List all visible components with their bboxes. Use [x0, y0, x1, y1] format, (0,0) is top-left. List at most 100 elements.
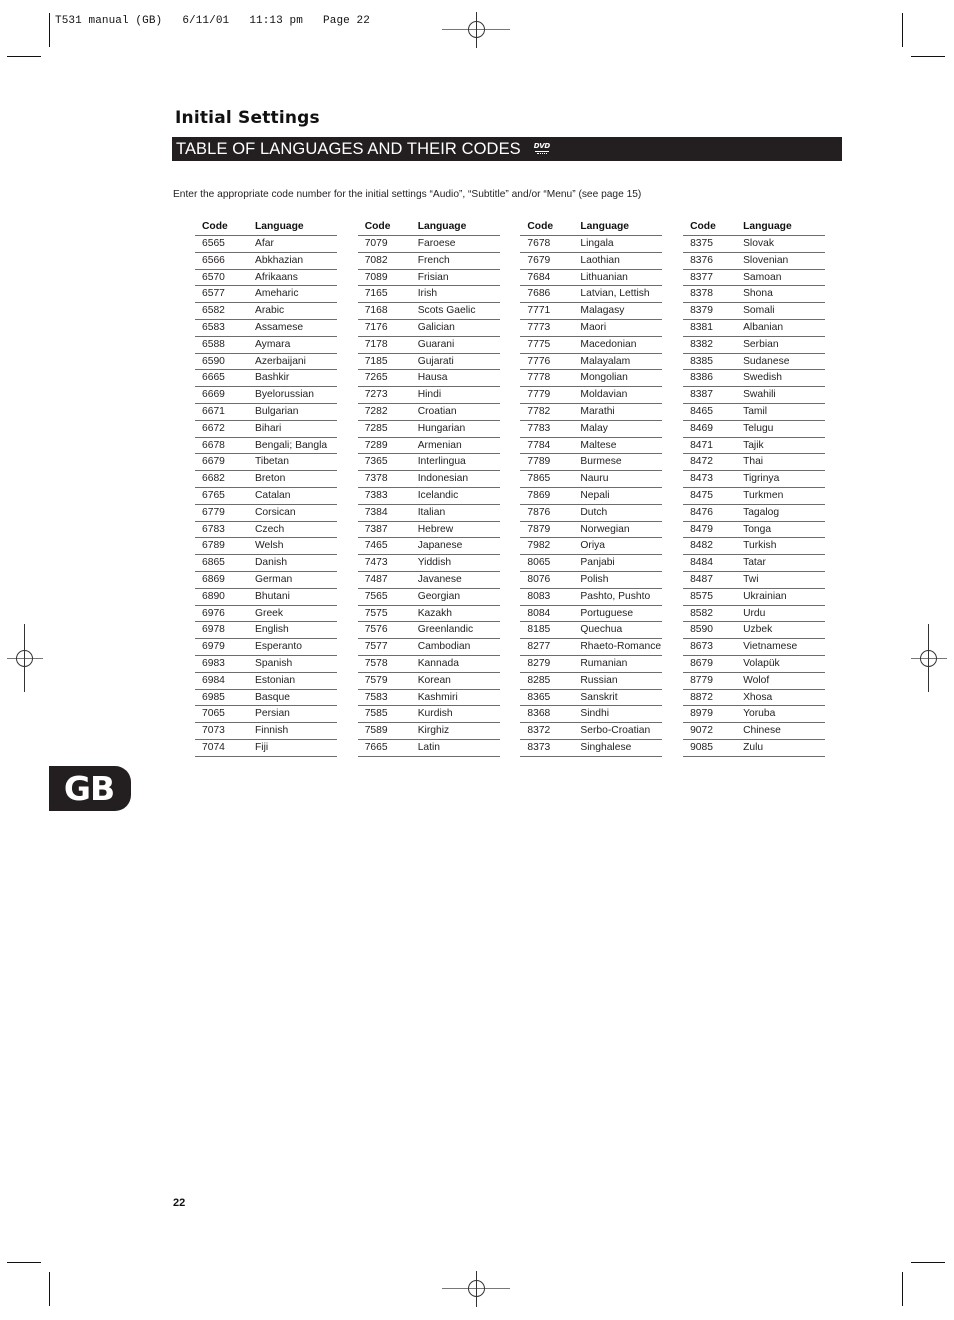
language-name: Vietnamese — [743, 641, 798, 653]
language-code: 8471 — [690, 439, 713, 451]
table-row: 7589 Kirghiz — [357, 723, 500, 740]
language-code: 6983 — [202, 657, 225, 669]
language-name: Maori — [580, 321, 607, 333]
language-code: 8673 — [690, 641, 713, 653]
table-row: 6765 Catalan — [195, 487, 337, 505]
language-name: Irish — [417, 288, 438, 300]
table-row: 7583 Kashmiri — [357, 689, 500, 706]
table-row: 7178 Guarani — [357, 336, 500, 354]
table-row: 8385 Sudanese — [683, 353, 826, 370]
language-name: Malay — [580, 422, 608, 434]
table-row: 8475 Turkmen — [683, 487, 826, 505]
language-code: 8065 — [527, 557, 551, 569]
language-code: 8372 — [527, 725, 551, 737]
language-code: 7775 — [527, 338, 551, 350]
table-row: 6588 Aymara — [195, 336, 337, 354]
column-header-code: Code — [364, 221, 391, 233]
language-name: Tigrinya — [743, 473, 780, 485]
language-name: Tibetan — [255, 456, 289, 468]
table-row: 8185 Quechua — [520, 622, 663, 639]
table-row: 6779 Corsican — [195, 504, 337, 522]
language-name: Macedonian — [580, 338, 637, 350]
table-banner: TABLE OF LANGUAGES AND THEIR CODES DVD — [172, 137, 842, 161]
table-row: 8484 Tatar — [683, 555, 826, 572]
registration-mark-right — [911, 624, 947, 692]
language-code: 8979 — [690, 708, 713, 720]
language-name: English — [255, 624, 289, 636]
language-code: 6678 — [202, 439, 225, 451]
table-row: 8482 Turkish — [683, 538, 826, 555]
language-code: 7273 — [364, 389, 388, 401]
table-row: 7365 Interlingua — [357, 454, 500, 471]
language-name: Lithuanian — [580, 271, 628, 283]
language-name: Serbian — [743, 338, 779, 350]
table-row: 6672 Bihari — [195, 420, 337, 438]
language-code: 7575 — [364, 607, 388, 619]
language-code: 7879 — [527, 523, 551, 535]
language-name: Georgian — [417, 590, 461, 602]
table-row: 7165 Irish — [357, 286, 500, 303]
column-header-code: Code — [527, 221, 554, 233]
language-code: 7487 — [364, 573, 388, 585]
language-code: 8386 — [690, 372, 713, 384]
table-row: 6978 English — [195, 622, 337, 639]
crop-mark — [49, 13, 50, 47]
table-row: 8872 Xhosa — [683, 689, 826, 706]
language-name: Finnish — [255, 725, 289, 737]
table-row: 6789 Welsh — [195, 538, 337, 555]
language-name: Interlingua — [417, 456, 466, 468]
language-code: 6565 — [202, 238, 225, 249]
table-row: 6583 Assamese — [195, 319, 337, 337]
language-name: Serbo-Croatian — [580, 725, 651, 737]
table-row: 7776 Malayalam — [520, 353, 663, 370]
table-row: 6679 Tibetan — [195, 454, 337, 471]
table-row: 7865 Nauru — [520, 471, 663, 488]
language-code: 7578 — [364, 657, 388, 669]
language-name: Latvian, Lettish — [580, 288, 650, 300]
language-code: 7073 — [202, 725, 225, 737]
language-name: Pashto, Pushto — [580, 590, 651, 602]
table-row: 7082 French — [357, 252, 500, 270]
crop-mark — [902, 13, 903, 47]
language-name: Moldavian — [580, 389, 628, 401]
language-name: Gujarati — [417, 355, 454, 367]
table-row: 9072 Chinese — [683, 723, 826, 740]
table-row: 7265 Hausa — [357, 370, 500, 387]
language-code: 6682 — [202, 473, 225, 485]
language-name: Afrikaans — [255, 271, 298, 283]
language-code: 7384 — [364, 506, 388, 518]
language-name: Korean — [417, 674, 451, 686]
table-row: 8382 Serbian — [683, 336, 826, 354]
table-row: 8473 Tigrinya — [683, 471, 826, 488]
language-name: Polish — [580, 573, 609, 585]
language-name: Afar — [255, 238, 274, 249]
language-code: 8465 — [690, 405, 713, 417]
language-name: Burmese — [580, 456, 622, 468]
table-row: 8285 Russian — [520, 672, 663, 690]
language-code: 8475 — [690, 489, 713, 501]
language-name: Croatian — [417, 405, 457, 417]
table-row: 7679 Laothian — [520, 252, 663, 270]
language-name: Uzbek — [743, 624, 773, 636]
language-badge: GB — [49, 766, 131, 811]
table-row: 7073 Finnish — [195, 723, 337, 740]
language-name: Persian — [255, 708, 290, 720]
table-row: 8979 Yoruba — [683, 706, 826, 723]
language-name: Portuguese — [580, 607, 634, 619]
table-row: 7982 Oriya — [520, 538, 663, 555]
language-name: Armenian — [417, 439, 462, 451]
language-code: 7576 — [364, 624, 388, 636]
language-name: Volapük — [743, 657, 780, 669]
language-code: 8472 — [690, 456, 713, 468]
table-row: 8375 Slovak — [683, 236, 826, 253]
table-row: 7678 Lingala — [520, 236, 663, 253]
language-code: 6583 — [202, 321, 225, 333]
language-name: Icelandic — [417, 489, 459, 501]
table-row: 8376 Slovenian — [683, 252, 826, 270]
crop-mark — [911, 56, 945, 57]
table-row: 8487 Twi — [683, 571, 826, 589]
language-name: Oriya — [580, 540, 605, 552]
language-name: Nauru — [580, 473, 609, 485]
language-code: 6978 — [202, 624, 225, 636]
language-name: Faroese — [417, 238, 456, 249]
